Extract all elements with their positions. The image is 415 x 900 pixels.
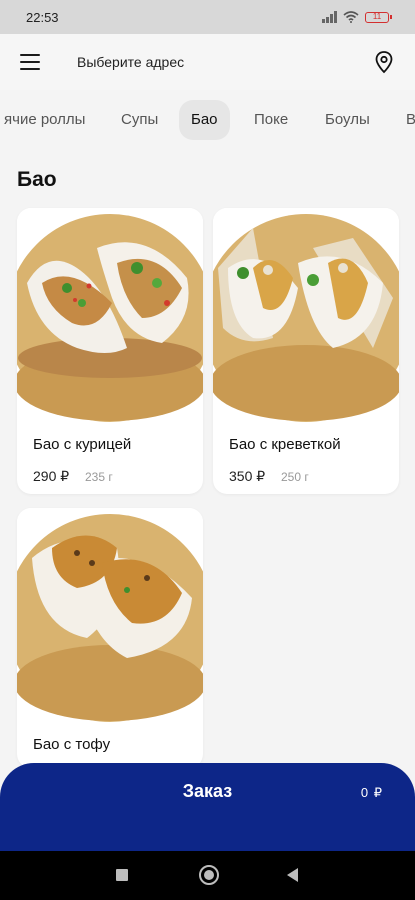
battery-icon: 11 [365, 11, 392, 23]
product-photo [17, 508, 203, 722]
tab-poke[interactable]: Поке [242, 100, 300, 140]
tab-bao[interactable]: Бао [179, 100, 230, 140]
order-label: Заказ [182, 781, 233, 801]
status-icons: 11 [322, 11, 392, 23]
tab-hot-rolls[interactable]: ячие роллы [0, 100, 97, 140]
home-icon[interactable] [199, 865, 219, 885]
recents-icon[interactable] [116, 869, 128, 881]
battery-level: 11 [372, 11, 382, 21]
system-nav-bar [0, 851, 415, 900]
tab-bowls[interactable]: Боулы [313, 100, 382, 140]
back-icon[interactable] [287, 868, 298, 882]
status-time: 22:53 [26, 9, 59, 25]
product-name: Бао с курицей [33, 436, 132, 453]
product-name: Бао с тофу [33, 736, 111, 753]
product-price: 290 ₽ [33, 468, 70, 484]
app-header: Выберите адрес [0, 34, 415, 90]
order-total: 0 ₽ [360, 785, 383, 800]
address-selector[interactable]: Выберите адрес [77, 54, 373, 70]
order-button[interactable]: Заказ 0 ₽ [0, 763, 415, 851]
category-tabs: ячие роллы Супы Бао Поке Боулы В [0, 100, 415, 144]
location-pin-icon[interactable] [373, 50, 395, 74]
product-price: 350 ₽ [229, 468, 266, 484]
product-weight: 250 г [281, 470, 309, 484]
tab-more[interactable]: В [394, 100, 415, 140]
menu-icon[interactable] [20, 54, 40, 70]
tab-soups[interactable]: Супы [109, 100, 170, 140]
signal-icon [322, 11, 337, 23]
status-bar: 22:53 11 [0, 0, 415, 34]
product-card[interactable]: Бао с тофу [17, 508, 203, 768]
product-weight: 235 г [85, 470, 113, 484]
product-photo [213, 208, 399, 422]
section-title: Бао [17, 168, 57, 191]
product-card[interactable]: Бао с курицей 290 ₽ 235 г [17, 208, 203, 494]
wifi-icon [343, 11, 359, 23]
product-name: Бао с креветкой [229, 436, 341, 453]
product-card[interactable]: Бао с креветкой 350 ₽ 250 г [213, 208, 399, 494]
product-photo [17, 208, 203, 422]
